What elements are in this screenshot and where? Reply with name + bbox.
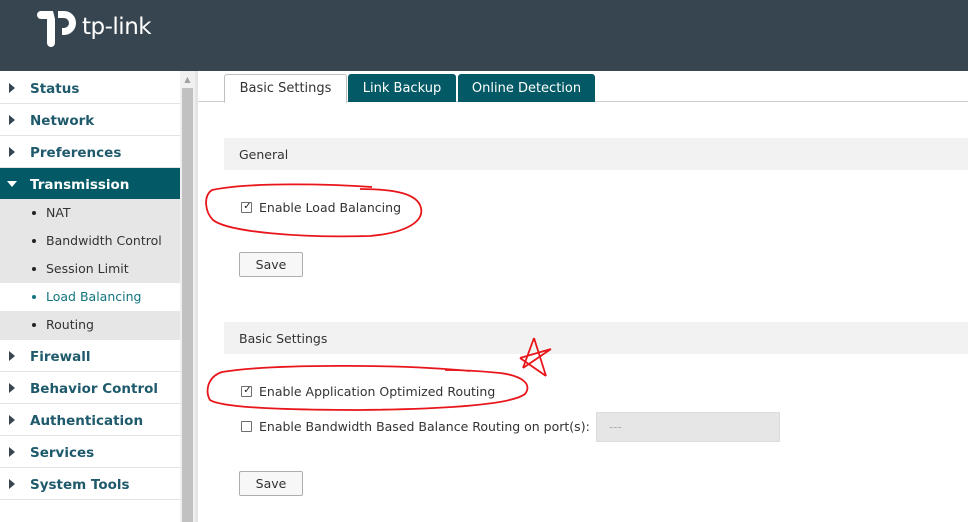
bullet-icon [32, 295, 36, 299]
sidebar-item-label: Authentication [30, 413, 144, 429]
sidebar-subitem-bandwidth-control[interactable]: Bandwidth Control [0, 227, 180, 255]
sidebar-item-status[interactable]: Status [0, 72, 180, 104]
enable-bandwidth-routing-checkbox[interactable] [241, 421, 252, 432]
caret-right-icon [9, 351, 15, 361]
bullet-icon [32, 267, 36, 271]
tab-online-detection[interactable]: Online Detection [458, 74, 595, 102]
sidebar-item-firewall[interactable]: Firewall [0, 340, 180, 372]
bullet-icon [32, 239, 36, 243]
sidebar-item-services[interactable]: Services [0, 436, 180, 468]
save-button[interactable]: Save [239, 252, 303, 277]
sidebar-item-label: Behavior Control [30, 381, 159, 397]
sidebar-subitem-routing[interactable]: Routing [0, 311, 180, 340]
tab-basic-settings[interactable]: Basic Settings [224, 74, 347, 103]
logo-text: tp-link [82, 14, 152, 40]
section-header-basic-settings: Basic Settings [224, 322, 968, 354]
sidebar-scrollbar[interactable]: ▲ [180, 71, 195, 522]
header-bar: tp-link [0, 0, 968, 71]
sidebar-item-behavior-control[interactable]: Behavior Control [0, 372, 180, 404]
caret-right-icon [9, 147, 15, 157]
sidebar-subitem-label: Routing [46, 317, 94, 332]
bullet-icon [32, 323, 36, 327]
ports-select[interactable]: --- [596, 412, 780, 442]
section-title: General [239, 147, 289, 162]
sidebar-subitem-label: NAT [46, 205, 71, 220]
sidebar-item-label: Status [30, 81, 80, 97]
scroll-up-arrow-icon[interactable]: ▲ [180, 71, 195, 87]
ports-select-value: --- [609, 420, 622, 434]
caret-right-icon [9, 479, 15, 489]
enable-load-balancing-option[interactable]: ✓ Enable Load Balancing [241, 199, 441, 217]
sidebar-item-label: Network [30, 113, 95, 129]
bullet-icon [32, 211, 36, 215]
section-header-general: General [224, 138, 968, 170]
checkbox-label: Enable Application Optimized Routing [259, 384, 496, 399]
checkbox-label: Enable Bandwidth Based Balance Routing o… [259, 419, 590, 434]
checkmark-icon: ✓ [243, 385, 252, 396]
scrollbar-thumb[interactable] [182, 88, 193, 522]
sidebar-item-network[interactable]: Network [0, 104, 180, 136]
enable-bandwidth-routing-option[interactable]: Enable Bandwidth Based Balance Routing o… [241, 418, 590, 436]
save-button[interactable]: Save [239, 471, 303, 496]
caret-right-icon [9, 383, 15, 393]
caret-right-icon [9, 83, 15, 93]
panel-divider [195, 71, 198, 522]
sidebar-subitem-nat[interactable]: NAT [0, 199, 180, 227]
sidebar-item-authentication[interactable]: Authentication [0, 404, 180, 436]
caret-right-icon [9, 447, 15, 457]
enable-load-balancing-checkbox[interactable]: ✓ [241, 201, 252, 213]
sidebar-item-preferences[interactable]: Preferences [0, 136, 180, 168]
sidebar-item-label: Preferences [30, 145, 122, 161]
sidebar-item-label: Firewall [30, 349, 91, 365]
caret-right-icon [9, 415, 15, 425]
tab-link-backup[interactable]: Link Backup [348, 74, 456, 102]
sidebar-item-label: Transmission [30, 177, 130, 193]
enable-app-optimized-routing-checkbox[interactable]: ✓ [241, 385, 252, 397]
sidebar-subitem-session-limit[interactable]: Session Limit [0, 255, 180, 283]
caret-right-icon [9, 115, 15, 125]
sidebar-item-label: System Tools [30, 477, 130, 493]
section-title: Basic Settings [239, 331, 328, 346]
sidebar-subitem-label: Bandwidth Control [46, 233, 162, 248]
enable-app-optimized-routing-option[interactable]: ✓ Enable Application Optimized Routing [241, 383, 541, 401]
checkbox-label: Enable Load Balancing [259, 200, 402, 215]
caret-down-icon [7, 181, 17, 187]
sidebar-subitem-label: Session Limit [46, 261, 129, 276]
sidebar-item-transmission[interactable]: Transmission [0, 168, 180, 199]
sidebar-subitem-label: Load Balancing [46, 289, 142, 304]
sidebar-item-system-tools[interactable]: System Tools [0, 468, 180, 500]
sidebar-item-label: Services [30, 445, 95, 461]
sidebar-subitem-load-balancing[interactable]: Load Balancing [0, 283, 180, 311]
checkmark-icon: ✓ [243, 201, 252, 212]
